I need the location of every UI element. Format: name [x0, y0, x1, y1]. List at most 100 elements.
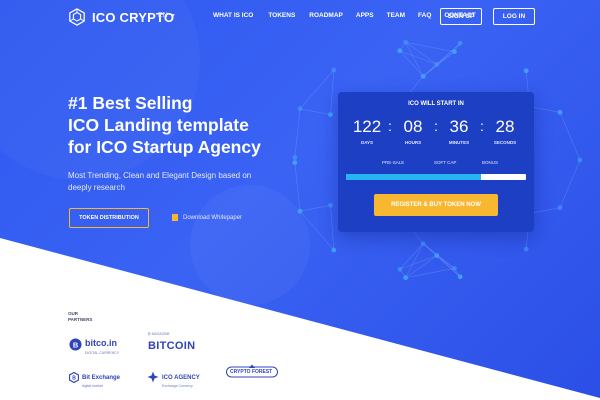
partners-heading: OUR PARTNERS [68, 311, 92, 323]
separator: : [480, 118, 484, 134]
hero-headline: #1 Best Selling ICO Landing template for… [68, 92, 261, 158]
network-node [523, 246, 529, 252]
network-link [529, 106, 561, 113]
network-link [330, 205, 335, 251]
countdown-seconds: 28 SECONDS [488, 117, 522, 145]
logo-cube-icon [69, 8, 85, 26]
log-in-button[interactable]: LOG IN [493, 8, 535, 25]
network-node [297, 208, 303, 214]
countdown-timer: 122 DAYS : 08 HOURS : 36 MINUTES : 28 SE… [350, 117, 522, 145]
token-distribution-button[interactable]: TOKEN DISTRIBUTION [69, 208, 149, 228]
partner-bit-exchange[interactable]: B Bit Exchange digital market [69, 366, 120, 388]
network-node [292, 154, 298, 160]
bitcoin-coin-icon: B [69, 337, 82, 351]
headline-line-2: ICO Landing template [68, 115, 249, 135]
network-node [434, 61, 440, 67]
network-node [420, 73, 426, 79]
partner-tagline: DIGITAL CURRENCY [85, 351, 120, 355]
network-node [577, 157, 583, 163]
download-whitepaper-link[interactable]: Download Whitepaper [172, 214, 242, 221]
network-link [299, 108, 331, 115]
network-link [529, 207, 561, 214]
milestone-soft-cap: SOFT CAP [434, 160, 457, 165]
svg-text:B: B [72, 375, 76, 381]
minutes-value: 36 [449, 117, 469, 136]
network-link [299, 211, 335, 251]
network-node [557, 109, 563, 115]
countdown-minutes: 36 MINUTES [442, 117, 476, 145]
partner-bitcoin-in[interactable]: B bitco.in DIGITAL CURRENCY [69, 333, 119, 355]
chevron-down-icon: ▾ [171, 13, 175, 19]
network-node [451, 49, 457, 55]
seconds-value: 28 [495, 117, 515, 136]
partner-name: ICO AGENCY [162, 375, 200, 381]
register-buy-token-button[interactable]: REGISTER & BUY TOKEN NOW [374, 194, 498, 216]
sale-progress-bar [346, 174, 526, 180]
nav-item-roadmap[interactable]: ROADMAP [309, 12, 343, 19]
partner-name: Bit Exchange [82, 375, 121, 381]
network-node [403, 275, 409, 281]
language-label: EN [158, 12, 168, 19]
nav-item-apps[interactable]: APPS [356, 12, 374, 19]
main-nav: WHAT IS ICO TOKENS ROADMAP APPS TEAM FAQ… [213, 12, 476, 19]
network-link [559, 159, 581, 208]
hours-label: HOURS [404, 140, 422, 145]
partner-tagline: digital market [82, 384, 103, 388]
network-link [399, 255, 437, 270]
partner-name: BITCOIN [148, 340, 196, 352]
milestone-pre-sale: PRE-SALE [382, 160, 405, 165]
separator: : [434, 118, 438, 134]
nav-item-what-is-ico[interactable]: WHAT IS ICO [213, 12, 253, 19]
network-link [399, 243, 424, 270]
partner-ico-agency[interactable]: ICO AGENCY Exchange Currency [147, 366, 200, 388]
network-node [397, 266, 403, 272]
partner-crypto-forest[interactable]: CRYPTO FOREST [226, 364, 278, 380]
network-node [292, 160, 298, 166]
headline-line-1: #1 Best Selling [68, 93, 193, 113]
seconds-label: SECONDS [493, 140, 517, 145]
nav-item-team[interactable]: TEAM [387, 12, 405, 19]
days-value: 122 [352, 117, 382, 136]
days-label: DAYS [360, 140, 374, 145]
network-node [457, 40, 463, 46]
ico-agency-star-icon [147, 371, 159, 383]
nav-item-tokens[interactable]: TOKENS [268, 12, 295, 19]
partner-name: CRYPTO FOREST [230, 369, 273, 375]
hours-value: 08 [403, 117, 423, 136]
countdown-card: ICO WILL START IN 122 DAYS : 08 HOURS : … [338, 92, 534, 232]
network-link [299, 69, 335, 109]
partners-heading-line-2: PARTNERS [68, 317, 93, 322]
progress-fill [346, 174, 481, 180]
separator: : [388, 118, 392, 134]
network-link [294, 162, 301, 212]
nav-item-faq[interactable]: FAQ [418, 12, 431, 19]
network-node [331, 247, 337, 253]
network-link [405, 243, 424, 278]
hero-subtext: Most Trending, Clean and Elegant Design … [68, 171, 252, 192]
bit-exchange-icon: B [69, 371, 79, 383]
network-link [299, 205, 331, 212]
network-node [557, 205, 563, 211]
network-link [399, 50, 424, 77]
whitepaper-label: Download Whitepaper [183, 214, 243, 221]
countdown-title: ICO WILL START IN [408, 101, 464, 107]
network-link [405, 255, 437, 278]
network-link [405, 268, 455, 278]
countdown-days: 122 DAYS [350, 117, 384, 145]
partner-bitcoin-magazine[interactable]: ₿ MAGAZINE BITCOIN [148, 332, 195, 354]
minutes-label: MINUTES [448, 140, 470, 145]
sign-up-button[interactable]: SIGN UP [440, 8, 482, 25]
network-link [399, 50, 437, 65]
network-link [405, 42, 424, 77]
network-link [330, 69, 335, 115]
network-node [434, 253, 440, 259]
language-selector[interactable]: EN ▾ [158, 12, 175, 19]
network-node [297, 106, 303, 112]
network-link [294, 108, 301, 158]
network-node [523, 68, 529, 74]
network-node [457, 274, 463, 280]
network-node [397, 48, 403, 54]
network-node [451, 265, 457, 271]
network-link [422, 243, 461, 278]
network-node [331, 67, 337, 73]
